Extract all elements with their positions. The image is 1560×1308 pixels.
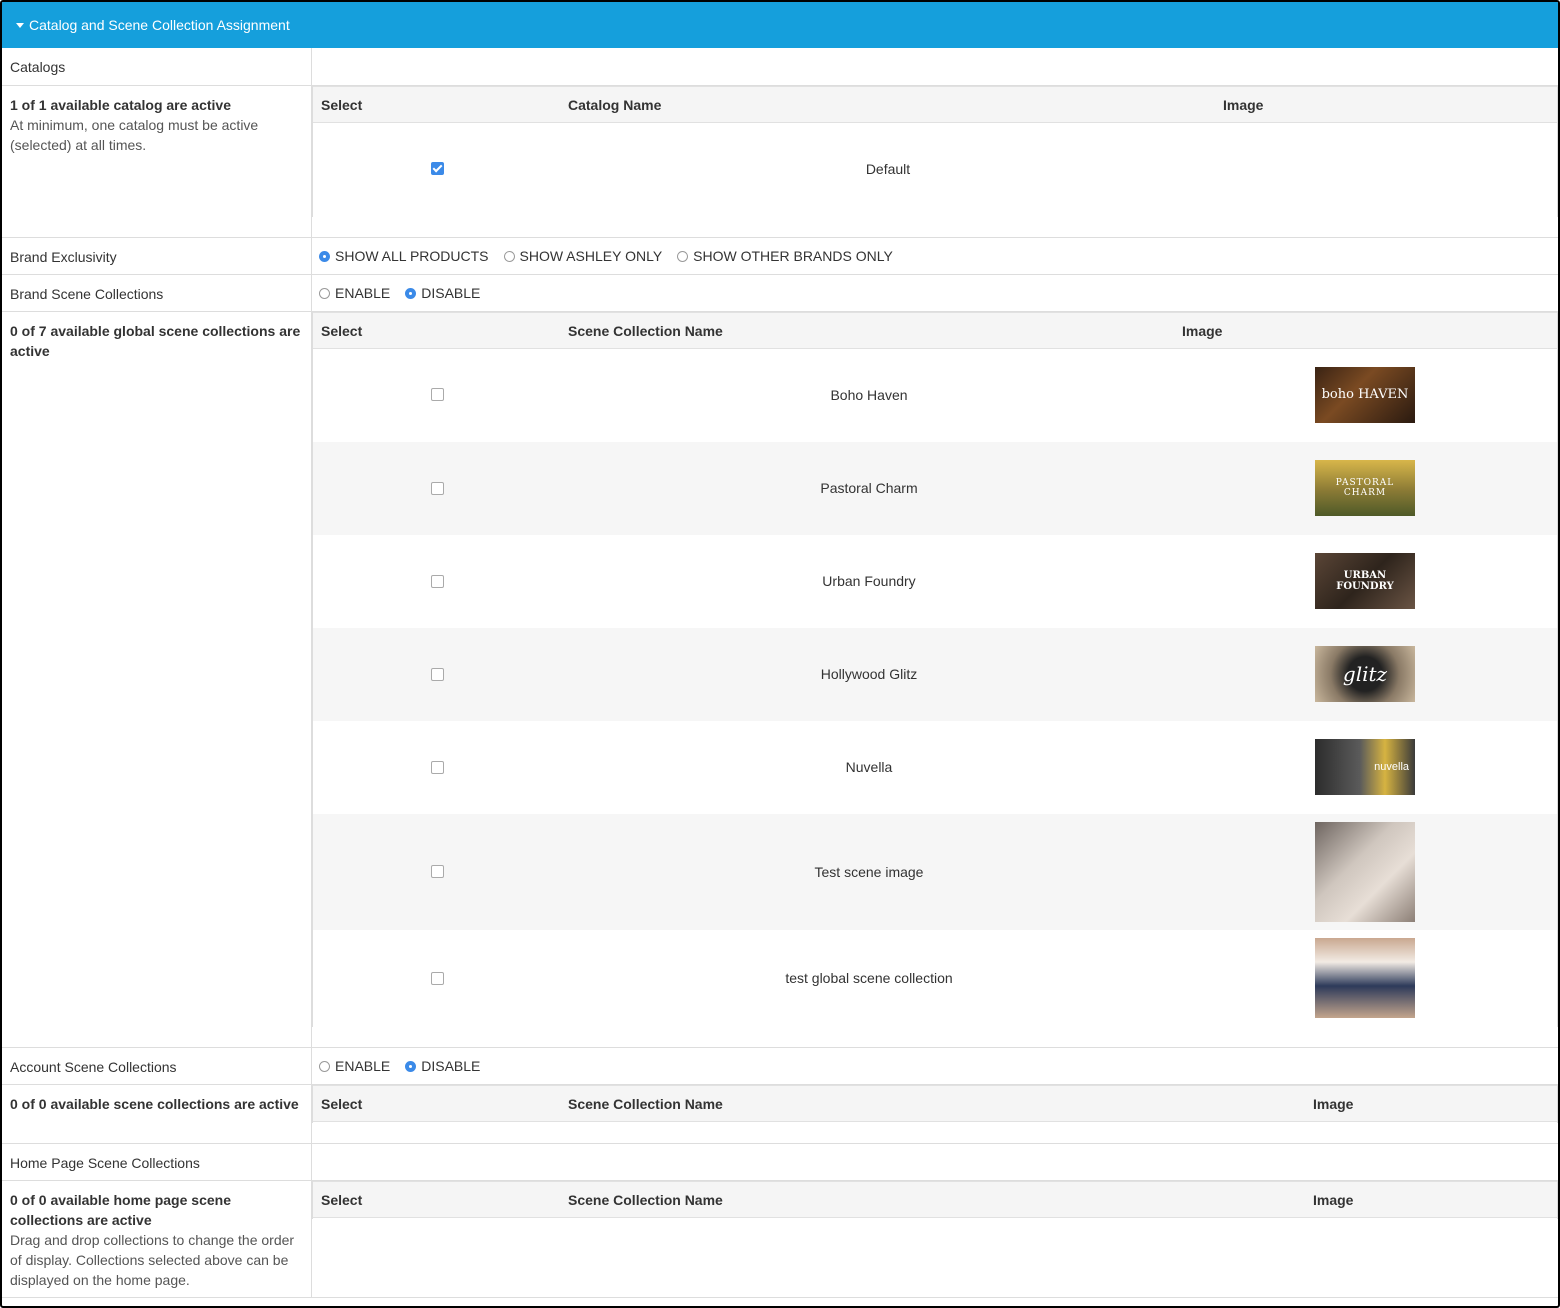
radio-unchecked-icon[interactable] — [677, 250, 689, 262]
scene-checkbox[interactable] — [431, 668, 444, 681]
scene-checkbox[interactable] — [431, 388, 444, 401]
pastoral-charm-thumbnail-icon: PASTORAL CHARM — [1315, 460, 1415, 516]
column-header-image: Image — [1223, 97, 1264, 113]
brand-scene-collections-label: Brand Scene Collections — [2, 275, 312, 311]
brand-exclusivity-label: Brand Exclusivity — [2, 238, 312, 274]
scene-collection-name: Pastoral Charm — [820, 480, 918, 496]
column-header-select: Select — [321, 323, 363, 339]
caret-down-icon[interactable] — [16, 23, 24, 28]
catalog-summary-note: At minimum, one catalog must be active (… — [10, 117, 259, 153]
account-scene-summary: 0 of 0 available scene collections are a… — [2, 1085, 312, 1143]
catalog-name: Default — [865, 161, 911, 177]
column-header-select: Select — [321, 97, 363, 113]
section-title: Catalog and Scene Collection Assignment — [29, 17, 290, 33]
table-row: Hollywood Glitz glitz — [313, 628, 1557, 721]
assignment-panel: Catalog and Scene Collection Assignment … — [0, 0, 1560, 1308]
home-page-scene-table-header: Select Scene Collection Name Image — [313, 1181, 1557, 1218]
column-header-catalog-name: Catalog Name — [568, 97, 662, 113]
home-page-scene-table: Select Scene Collection Name Image — [312, 1181, 1558, 1219]
radio-brand-enable[interactable]: ENABLE — [319, 285, 390, 301]
radio-unchecked-icon[interactable] — [319, 1060, 330, 1072]
table-row: Urban Foundry URBAN FOUNDRY — [313, 535, 1557, 628]
brand-exclusivity-row: Brand Exclusivity SHOW ALL PRODUCTS SHOW… — [2, 238, 1558, 275]
home-page-scene-summary-note: Drag and drop collections to change the … — [10, 1232, 295, 1288]
section-header[interactable]: Catalog and Scene Collection Assignment — [2, 2, 1558, 48]
scene-checkbox[interactable] — [431, 972, 444, 985]
radio-account-disable[interactable]: DISABLE — [405, 1058, 480, 1074]
table-row: Test scene image — [313, 814, 1557, 930]
column-header-scene-collection-name: Scene Collection Name — [568, 323, 723, 339]
urban-foundry-thumbnail-icon: URBAN FOUNDRY — [1315, 553, 1415, 609]
catalogs-row: Catalogs — [2, 48, 1558, 86]
home-page-scene-summary-title: 0 of 0 available home page scene collect… — [10, 1192, 231, 1228]
home-page-scene-summary: 0 of 0 available home page scene collect… — [2, 1181, 312, 1297]
account-scene-table-header: Select Scene Collection Name Image — [313, 1085, 1557, 1122]
global-scene-collections-row: 0 of 7 available global scene collection… — [2, 312, 1558, 1048]
radio-checked-icon[interactable] — [405, 1060, 417, 1072]
scene-collection-name: Test scene image — [814, 864, 924, 880]
kids-bedroom-thumbnail-icon — [1315, 938, 1415, 1018]
scene-checkbox[interactable] — [431, 865, 444, 878]
table-row: Boho Haven boho HAVEN — [313, 349, 1557, 442]
radio-show-all-products[interactable]: SHOW ALL PRODUCTS — [319, 248, 489, 264]
global-scene-table-header: Select Scene Collection Name Image — [313, 312, 1557, 349]
column-header-scene-collection-name: Scene Collection Name — [568, 1096, 723, 1112]
table-row: Nuvella nuvella — [313, 721, 1557, 814]
account-scene-table-row: 0 of 0 available scene collections are a… — [2, 1085, 1558, 1144]
catalog-table-header: Select Catalog Name Image — [313, 86, 1557, 123]
column-header-select: Select — [321, 1096, 363, 1112]
catalog-summary-title: 1 of 1 available catalog are active — [10, 97, 232, 113]
global-scene-table: Select Scene Collection Name Image Boho … — [312, 312, 1558, 1027]
scene-checkbox[interactable] — [431, 761, 444, 774]
column-header-image: Image — [1313, 1192, 1354, 1208]
radio-unchecked-icon[interactable] — [319, 287, 330, 299]
global-scene-summary: 0 of 7 available global scene collection… — [2, 312, 312, 1047]
table-row: test global scene collection — [313, 930, 1557, 1026]
radio-account-enable[interactable]: ENABLE — [319, 1058, 390, 1074]
catalog-table-row: 1 of 1 available catalog are active At m… — [2, 86, 1558, 238]
catalog-checkbox-default[interactable] — [431, 162, 444, 175]
column-header-image: Image — [1313, 1096, 1354, 1112]
scene-collection-name: Nuvella — [845, 759, 893, 775]
scene-collection-name: Hollywood Glitz — [820, 666, 918, 682]
column-header-image: Image — [1182, 323, 1223, 339]
radio-checked-icon[interactable] — [319, 250, 330, 262]
scene-collection-name: test global scene collection — [785, 970, 953, 986]
brand-scene-collections-row: Brand Scene Collections ENABLE DISABLE — [2, 275, 1558, 312]
account-scene-summary-title: 0 of 0 available scene collections are a… — [10, 1096, 299, 1112]
account-scene-collections-row: Account Scene Collections ENABLE DISABLE — [2, 1048, 1558, 1085]
scene-collection-name: Urban Foundry — [822, 573, 916, 589]
home-page-scene-table-row: 0 of 0 available home page scene collect… — [2, 1181, 1558, 1298]
radio-show-ashley-only[interactable]: SHOW ASHLEY ONLY — [503, 248, 662, 264]
catalog-summary: 1 of 1 available catalog are active At m… — [2, 86, 312, 237]
nuvella-thumbnail-icon: nuvella — [1315, 739, 1415, 795]
account-scene-table: Select Scene Collection Name Image — [312, 1085, 1558, 1123]
table-row: Pastoral Charm PASTORAL CHARM — [313, 442, 1557, 535]
radio-unchecked-icon[interactable] — [503, 250, 515, 262]
scene-checkbox[interactable] — [431, 482, 444, 495]
table-row: Default — [313, 123, 1557, 216]
radio-brand-disable[interactable]: DISABLE — [405, 285, 480, 301]
column-header-select: Select — [321, 1192, 363, 1208]
radio-checked-icon[interactable] — [405, 287, 417, 299]
home-page-scene-collections-row: Home Page Scene Collections — [2, 1144, 1558, 1181]
account-scene-collections-label: Account Scene Collections — [2, 1048, 312, 1084]
home-page-scene-collections-label: Home Page Scene Collections — [2, 1144, 312, 1180]
boho-haven-thumbnail-icon: boho HAVEN — [1315, 367, 1415, 423]
global-scene-summary-title: 0 of 7 available global scene collection… — [10, 323, 301, 359]
scene-collection-name: Boho Haven — [830, 387, 908, 403]
catalog-table: Select Catalog Name Image Default — [312, 86, 1558, 217]
hollywood-glitz-thumbnail-icon: glitz — [1315, 646, 1415, 702]
scene-checkbox[interactable] — [431, 575, 444, 588]
column-header-scene-collection-name: Scene Collection Name — [568, 1192, 723, 1208]
radio-show-other-brands-only[interactable]: SHOW OTHER BRANDS ONLY — [677, 248, 893, 264]
bedroom-pillows-thumbnail-icon — [1315, 822, 1415, 922]
catalogs-label: Catalogs — [2, 48, 312, 85]
